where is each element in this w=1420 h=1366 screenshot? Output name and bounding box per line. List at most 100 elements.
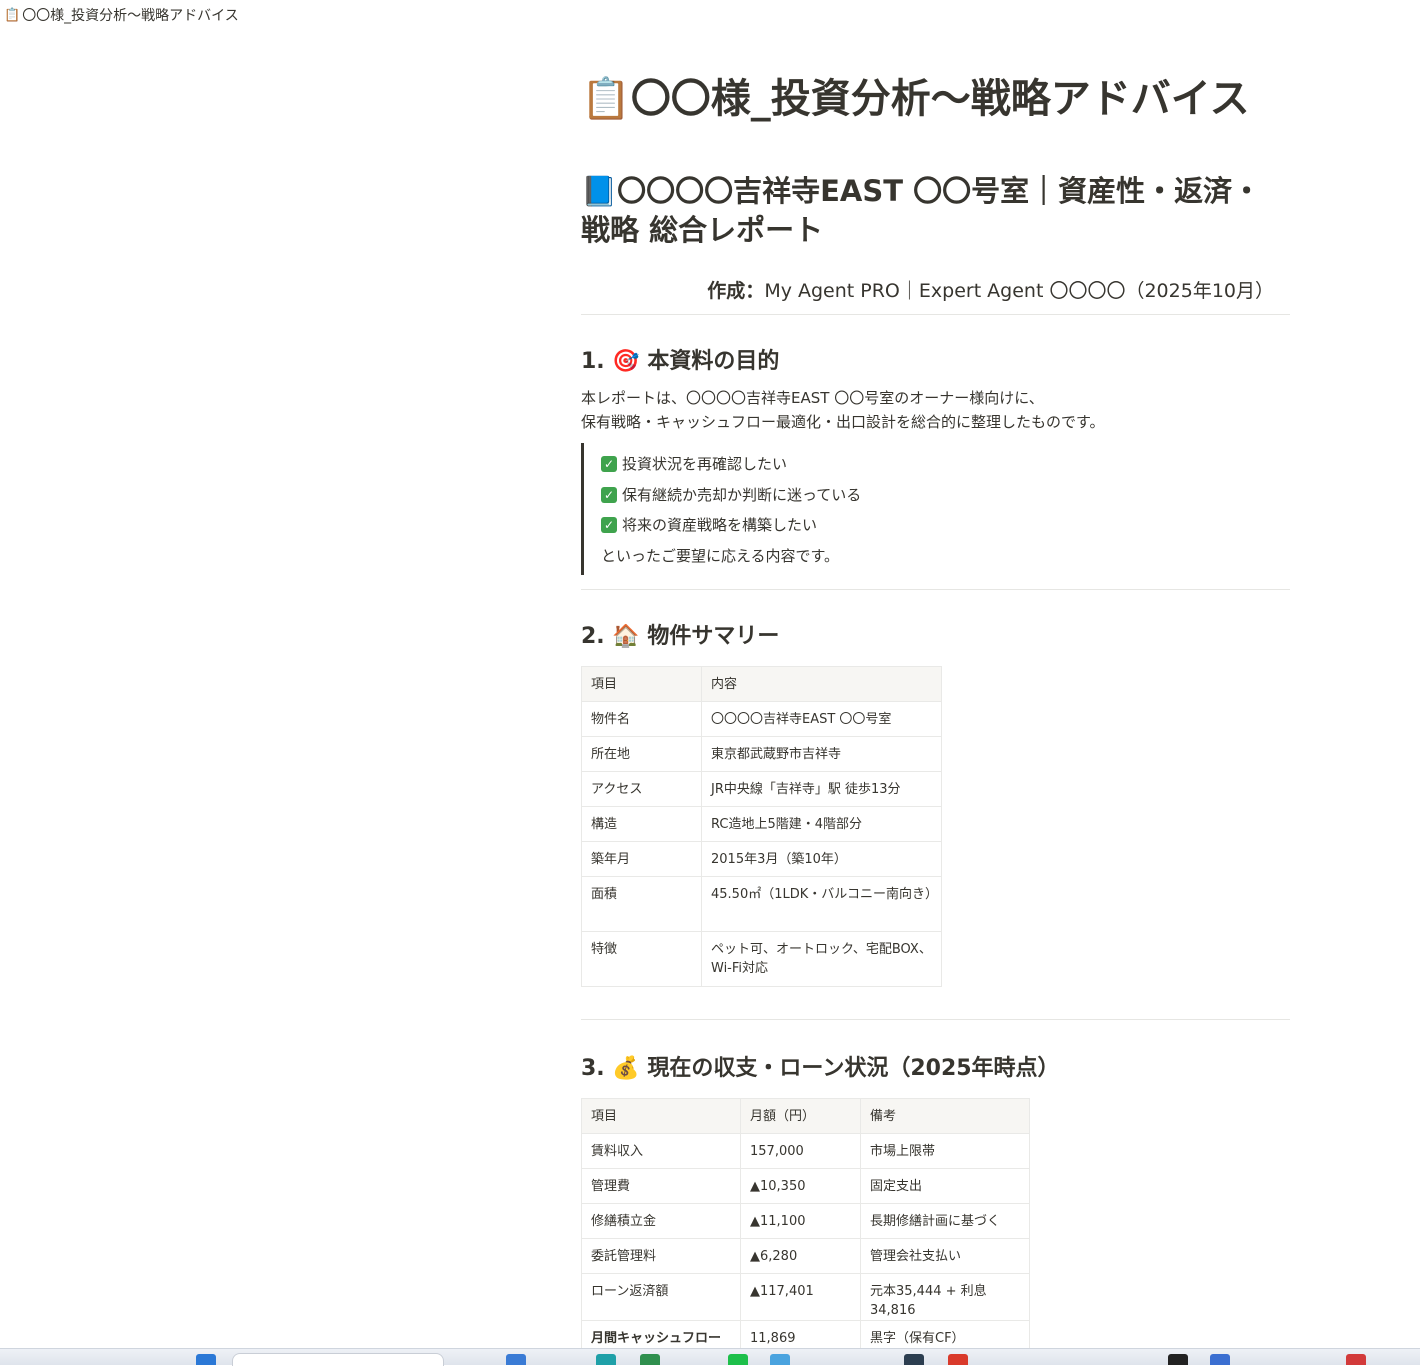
table-cell: ▲11,100 xyxy=(740,1203,861,1239)
money-bag-icon: 💰 xyxy=(612,1056,640,1081)
table-cell: ▲6,280 xyxy=(740,1238,861,1274)
window-title-text: 〇〇様_投資分析〜戦略アドバイス xyxy=(22,8,239,24)
app-icon[interactable] xyxy=(596,1354,616,1365)
table-cell: JR中央線「吉祥寺」駅 徒歩13分 xyxy=(701,771,942,807)
table-cell: 固定支出 xyxy=(860,1168,1030,1204)
app-icon[interactable] xyxy=(904,1354,924,1365)
section-1-number: 1. xyxy=(581,349,605,374)
section-2-heading: 2. 🏠 物件サマリー xyxy=(581,622,1290,652)
table-cell: 特徴 xyxy=(581,931,702,987)
table-row: 特徴 ペット可、オートロック、宅配BOX、Wi-Fi対応 xyxy=(581,931,942,987)
table-row: 賃料収入 157,000 市場上限帯 xyxy=(581,1133,1030,1169)
page-title-text: 〇〇様_投資分析〜戦略アドバイス xyxy=(630,76,1250,122)
check-mark-icon: ✓ xyxy=(601,517,617,534)
table-cell: 物件名 xyxy=(581,701,702,737)
table-row: 構造 RC造地上5階建・4階部分 xyxy=(581,806,942,842)
table-cell: 157,000 xyxy=(740,1133,861,1169)
author-value: My Agent PRO｜Expert Agent 〇〇〇〇（2025年10月） xyxy=(764,280,1274,302)
table-cell: 修繕積立金 xyxy=(581,1203,741,1239)
table-header-row: 項目 内容 xyxy=(581,666,942,702)
table-row: ローン返済額 ▲117,401 元本35,444 + 利息34,816 xyxy=(581,1273,1030,1321)
table-cell: 賃料収入 xyxy=(581,1133,741,1169)
property-summary-table: 項目 内容 物件名 〇〇〇〇吉祥寺EAST 〇〇号室 所在地 東京都武蔵野市吉祥… xyxy=(581,666,942,987)
table-cell: アクセス xyxy=(581,771,702,807)
table-cell: ▲10,350 xyxy=(740,1168,861,1204)
clipboard-icon: 📋 xyxy=(581,76,631,122)
table-cell: 元本35,444 + 利息34,816 xyxy=(860,1273,1030,1321)
section-1-paragraph-line-1: 本レポートは、〇〇〇〇吉祥寺EAST 〇〇号室のオーナー様向けに、 xyxy=(581,389,1044,407)
section-3-heading: 3. 💰 現在の収支・ローン状況（2025年時点） xyxy=(581,1054,1290,1084)
start-icon[interactable] xyxy=(196,1354,216,1365)
table-cell: ローン返済額 xyxy=(581,1273,741,1321)
table-cell: 管理会社支払い xyxy=(860,1238,1030,1274)
author-line: 作成：My Agent PRO｜Expert Agent 〇〇〇〇（2025年1… xyxy=(581,278,1290,304)
table-cell: 面積 xyxy=(581,876,702,932)
table-cell: 市場上限帯 xyxy=(860,1133,1030,1169)
section-1-paragraph-line-2: 保有戦略・キャッシュフロー最適化・出口設計を総合的に整理したものです。 xyxy=(581,413,1105,431)
section-1-title: 本資料の目的 xyxy=(647,349,780,374)
app-icon[interactable] xyxy=(1168,1354,1188,1365)
table-row: 築年月 2015年3月（築10年） xyxy=(581,841,942,877)
table-header-cell: 備考 xyxy=(860,1098,1030,1134)
table-row: 管理費 ▲10,350 固定支出 xyxy=(581,1168,1030,1204)
app-icon[interactable] xyxy=(770,1354,790,1365)
table-header-cell: 項目 xyxy=(581,1098,741,1134)
report-title: 📘〇〇〇〇吉祥寺EAST 〇〇号室｜資産性・返済・戦略 総合レポート xyxy=(581,172,1290,250)
check-mark-icon: ✓ xyxy=(601,456,617,473)
checklist-item-text: 投資状況を再確認したい xyxy=(622,455,788,473)
table-cell: 〇〇〇〇吉祥寺EAST 〇〇号室 xyxy=(701,701,942,737)
app-icon[interactable] xyxy=(640,1354,660,1365)
checklist-item: ✓ 投資状況を再確認したい xyxy=(601,449,1290,480)
table-header-cell: 月額（円） xyxy=(740,1098,861,1134)
target-icon: 🎯 xyxy=(612,349,640,374)
page-title: 📋〇〇様_投資分析〜戦略アドバイス xyxy=(581,70,1290,128)
table-cell: 東京都武蔵野市吉祥寺 xyxy=(701,736,942,772)
purpose-quote: ✓ 投資状況を再確認したい ✓ 保有継続か売却か判断に迷っている ✓ 将来の資産… xyxy=(581,443,1290,575)
table-cell: 築年月 xyxy=(581,841,702,877)
table-cell: 委託管理料 xyxy=(581,1238,741,1274)
table-cell: ペット可、オートロック、宅配BOX、Wi-Fi対応 xyxy=(701,931,942,987)
table-cell: 2015年3月（築10年） xyxy=(701,841,942,877)
divider xyxy=(581,1019,1290,1020)
table-cell: 管理費 xyxy=(581,1168,741,1204)
section-2-title: 物件サマリー xyxy=(647,624,780,649)
table-cell: 長期修繕計画に基づく xyxy=(860,1203,1030,1239)
line-icon[interactable] xyxy=(728,1354,748,1365)
table-row: 面積 45.50㎡（1LDK・バルコニー南向き） xyxy=(581,876,942,932)
table-header-cell: 内容 xyxy=(701,666,942,702)
checklist-item: ✓ 将来の資産戦略を構築したい xyxy=(601,510,1290,541)
page-content: 📋〇〇様_投資分析〜戦略アドバイス 📘〇〇〇〇吉祥寺EAST 〇〇号室｜資産性・… xyxy=(581,70,1290,1356)
checklist-item-text: 保有継続か売却か判断に迷っている xyxy=(622,485,862,504)
table-cell: 45.50㎡（1LDK・バルコニー南向き） xyxy=(701,876,942,932)
blue-book-icon: 📘 xyxy=(581,174,618,208)
clipboard-icon: 📋 xyxy=(4,7,21,23)
app-icon[interactable] xyxy=(506,1354,526,1365)
section-2-number: 2. xyxy=(581,624,605,649)
table-cell: 所在地 xyxy=(581,736,702,772)
app-icon[interactable] xyxy=(948,1354,968,1365)
section-3-number: 3. xyxy=(581,1056,605,1081)
table-row: 物件名 〇〇〇〇吉祥寺EAST 〇〇号室 xyxy=(581,701,942,737)
house-icon: 🏠 xyxy=(612,624,640,649)
section-1-heading: 1. 🎯 本資料の目的 xyxy=(581,347,1290,377)
table-row: 委託管理料 ▲6,280 管理会社支払い xyxy=(581,1238,1030,1274)
divider xyxy=(581,314,1290,315)
checklist-item: ✓ 保有継続か売却か判断に迷っている xyxy=(601,480,1290,511)
table-row: 所在地 東京都武蔵野市吉祥寺 xyxy=(581,736,942,772)
table-cell: ▲117,401 xyxy=(740,1273,861,1321)
quote-closing: といったご要望に応える内容です。 xyxy=(601,546,840,565)
table-cell: 構造 xyxy=(581,806,702,842)
app-icon[interactable] xyxy=(1346,1354,1366,1365)
table-row: 修繕積立金 ▲11,100 長期修繕計画に基づく xyxy=(581,1203,1030,1239)
section-3-title: 現在の収支・ローン状況（2025年時点） xyxy=(647,1056,1060,1081)
report-title-text: 〇〇〇〇吉祥寺EAST 〇〇号室｜資産性・返済・戦略 総合レポート xyxy=(581,174,1262,247)
window-title: 📋 〇〇様_投資分析〜戦略アドバイス xyxy=(4,5,239,25)
table-cell: RC造地上5階建・4階部分 xyxy=(701,806,942,842)
taskbar xyxy=(0,1348,1420,1366)
checklist-item-text: 将来の資産戦略を構築したい xyxy=(622,516,818,534)
taskbar-search-box[interactable] xyxy=(232,1353,444,1366)
table-header-row: 項目 月額（円） 備考 xyxy=(581,1098,1030,1134)
income-loan-table: 項目 月額（円） 備考 賃料収入 157,000 市場上限帯 管理費 ▲10,3… xyxy=(581,1098,1030,1356)
divider xyxy=(581,589,1290,590)
app-icon[interactable] xyxy=(1210,1354,1230,1365)
